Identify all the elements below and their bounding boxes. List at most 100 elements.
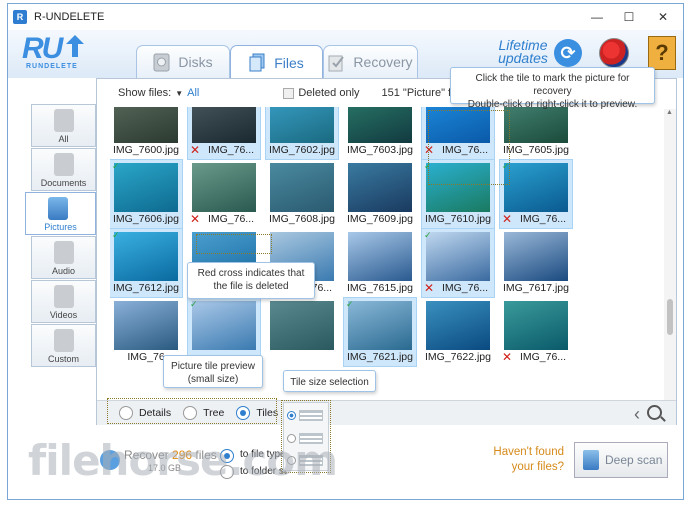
refresh-icon[interactable]: ⟳ bbox=[554, 39, 582, 67]
file-tile[interactable]: ✓ IMG_7621.jpg bbox=[343, 297, 417, 367]
maximize-button[interactable]: ☐ bbox=[613, 4, 645, 30]
callout-cross-line1: Red cross indicates that bbox=[197, 268, 305, 279]
tab-files[interactable]: Files bbox=[230, 45, 323, 79]
picture-thumbnail bbox=[114, 301, 178, 350]
file-tile[interactable]: ✓✕IMG_76... bbox=[499, 159, 573, 229]
picture-thumbnail bbox=[114, 107, 178, 143]
show-files-dropdown[interactable]: All bbox=[187, 87, 199, 99]
file-name: IMG_7603.jpg bbox=[347, 144, 413, 156]
lifetime-updates-link[interactable]: Lifetime updates bbox=[495, 38, 551, 66]
selected-check-icon: ✓ bbox=[346, 299, 354, 309]
callout-tile-preview: Picture tile preview (small size) bbox=[163, 355, 263, 388]
deleted-only-checkbox[interactable] bbox=[283, 87, 295, 99]
highlight-deleted-frame bbox=[196, 234, 272, 254]
app-icon: R bbox=[13, 10, 27, 24]
side-tab-documents[interactable]: Documents bbox=[31, 148, 96, 191]
callout-preview-line2: (small size) bbox=[187, 374, 239, 385]
picture-thumbnail bbox=[504, 163, 568, 212]
file-tile[interactable]: ✓✕IMG_76... bbox=[187, 107, 261, 160]
side-tab-audio-label: Audio bbox=[51, 266, 76, 276]
side-tab-all[interactable]: All bbox=[31, 104, 96, 147]
minimize-button[interactable]: — bbox=[581, 4, 613, 30]
file-tile[interactable]: IMG_7609.jpg bbox=[344, 160, 416, 228]
tab-disks-label: Disks bbox=[178, 54, 213, 70]
file-tile[interactable]: ✓IMG_7602.jpg bbox=[265, 107, 339, 160]
file-name: IMG_7621.jpg bbox=[347, 351, 413, 363]
close-button[interactable]: ✕ bbox=[647, 4, 679, 30]
scroll-thumb[interactable] bbox=[667, 299, 673, 335]
search-icon[interactable] bbox=[647, 405, 662, 420]
watermark-text: filehorse.com bbox=[28, 436, 338, 485]
file-name: IMG_7600.jpg bbox=[113, 144, 179, 156]
deleted-only-label: Deleted only bbox=[298, 87, 360, 99]
file-tile[interactable] bbox=[266, 298, 338, 366]
side-tab-audio[interactable]: Audio bbox=[31, 236, 96, 279]
help-button[interactable]: ? bbox=[648, 36, 676, 70]
file-tile[interactable]: IMG_7615.jpg bbox=[344, 229, 416, 297]
file-tile[interactable]: IMG_7603.jpg bbox=[344, 107, 416, 159]
callout-size-line: Tile size selection bbox=[290, 377, 369, 388]
side-tab-documents-label: Documents bbox=[40, 178, 87, 188]
selected-check-icon: ✓ bbox=[112, 230, 120, 240]
file-tile[interactable]: IMG_7617.jpg bbox=[500, 229, 572, 297]
disk-icon bbox=[153, 53, 170, 71]
picture-thumbnail bbox=[270, 301, 334, 350]
file-tile[interactable]: IMG_7600.jpg bbox=[110, 107, 182, 159]
not-found-line2: your files? bbox=[511, 461, 564, 473]
side-tab-videos[interactable]: Videos bbox=[31, 280, 96, 323]
picture-thumbnail bbox=[270, 107, 334, 143]
file-name: IMG_76... bbox=[441, 282, 489, 294]
deep-scan-label: Deep scan bbox=[605, 453, 663, 467]
picture-thumbnail bbox=[114, 232, 178, 281]
language-flag-icon[interactable] bbox=[599, 38, 629, 68]
audio-icon bbox=[54, 241, 74, 264]
selected-check-icon: ✓ bbox=[112, 161, 120, 171]
callout-tile-size: Tile size selection bbox=[283, 370, 376, 392]
back-arrow-icon[interactable]: ‹ bbox=[634, 404, 640, 425]
pictures-icon bbox=[48, 197, 68, 220]
file-tile[interactable]: IMG_7608.jpg bbox=[266, 160, 338, 228]
highlight-view-frame bbox=[107, 398, 277, 424]
picture-thumbnail bbox=[192, 163, 256, 212]
updates-line2: updates bbox=[498, 50, 548, 66]
file-tile[interactable]: IMG_7622.jpg bbox=[422, 298, 494, 366]
not-found-text: Haven't found your files? bbox=[478, 445, 564, 475]
picture-thumbnail bbox=[426, 232, 490, 281]
file-name bbox=[266, 351, 338, 365]
side-tab-pictures[interactable]: Pictures bbox=[25, 192, 96, 235]
file-tile[interactable]: ✕IMG_76... bbox=[188, 160, 260, 228]
documents-icon bbox=[54, 153, 74, 176]
file-name: IMG_76... bbox=[519, 351, 567, 363]
vertical-scrollbar[interactable]: ▲ bbox=[664, 109, 676, 401]
file-tile[interactable]: ✓ IMG_7606.jpg bbox=[110, 159, 183, 229]
scroll-up-icon[interactable]: ▲ bbox=[666, 109, 673, 116]
file-name: IMG_7615.jpg bbox=[347, 282, 413, 294]
file-name: IMG_76... bbox=[207, 144, 255, 156]
picture-thumbnail bbox=[504, 232, 568, 281]
all-icon bbox=[54, 109, 74, 132]
file-name: IMG_76... bbox=[207, 213, 255, 225]
side-tab-custom[interactable]: Custom bbox=[31, 324, 96, 367]
file-name: IMG_76... bbox=[519, 213, 567, 225]
file-name: IMG_7602.jpg bbox=[269, 144, 335, 156]
callout-cross-line2: the file is deleted bbox=[213, 281, 289, 292]
picture-thumbnail bbox=[348, 107, 412, 143]
callout-red-cross: Red cross indicates that the file is del… bbox=[187, 262, 315, 299]
picture-thumbnail bbox=[348, 232, 412, 281]
tab-recovery[interactable]: Recovery bbox=[323, 45, 418, 78]
tab-disks[interactable]: Disks bbox=[136, 45, 230, 78]
dropdown-arrow-icon[interactable]: ▼ bbox=[175, 89, 183, 98]
file-tile[interactable]: ✓ IMG_7612.jpg bbox=[110, 228, 183, 298]
title-bar[interactable]: R R-UNDELETE — ☐ ✕ bbox=[8, 4, 683, 30]
deep-scan-icon bbox=[583, 450, 599, 470]
file-tile[interactable]: ✕IMG_76... bbox=[500, 298, 572, 366]
window-title: R-UNDELETE bbox=[34, 11, 105, 23]
deep-scan-button[interactable]: Deep scan bbox=[574, 442, 668, 478]
file-name: IMG_7610.jpg bbox=[425, 213, 491, 225]
tab-recovery-label: Recovery bbox=[353, 54, 413, 70]
callout-click-tile: Click the tile to mark the picture for r… bbox=[450, 67, 655, 110]
side-tab-all-label: All bbox=[58, 134, 69, 144]
picture-thumbnail bbox=[504, 107, 568, 143]
file-tile[interactable]: IMG_7605.jpg bbox=[500, 107, 572, 159]
file-tile[interactable]: ✓✕IMG_76... bbox=[421, 228, 495, 298]
